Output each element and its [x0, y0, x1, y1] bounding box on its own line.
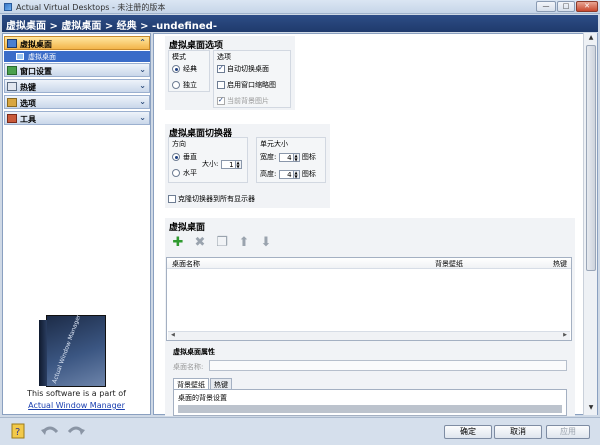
column-hotkey[interactable]: 热键	[553, 259, 567, 269]
sidebar-item-label: 工具	[20, 115, 36, 124]
product-box-label: Actual Window Manager	[51, 313, 83, 385]
chevron-up-icon: ⌃	[139, 38, 146, 47]
size-field: 大小: 1 ▲ ▼	[202, 159, 242, 169]
close-button[interactable]: ✕	[576, 1, 598, 12]
size-input[interactable]: 1	[220, 159, 236, 169]
breadcrumb: 虚拟桌面 > 虚拟桌面 > 经典 > -undefined-	[2, 15, 598, 32]
bottom-bar: ? 确定 取消 应用	[0, 417, 600, 445]
chevron-down-icon: ⌄	[139, 65, 146, 74]
chevron-down-icon: ⌄	[139, 97, 146, 106]
sidebar-item-label: 虚拟桌面	[20, 40, 52, 49]
direction-label: 方向	[172, 140, 186, 148]
bg-settings-label: 桌面的背景设置	[178, 394, 227, 402]
scroll-up-icon[interactable]: ▲	[586, 34, 596, 44]
options-icon	[7, 98, 17, 107]
size-stepper[interactable]: ▲ ▼	[235, 159, 242, 169]
product-box-image: Actual Window Manager	[39, 313, 106, 387]
keyboard-icon	[7, 82, 17, 91]
add-icon[interactable]: ✚	[170, 236, 186, 250]
maximize-button[interactable]: □	[557, 1, 575, 12]
desktops-list[interactable]: 桌面名称 背景壁纸 热键 ◀ ▶	[166, 257, 572, 341]
list-horizontal-scrollbar[interactable]: ◀ ▶	[168, 331, 570, 340]
window-settings-icon	[7, 66, 17, 75]
column-background[interactable]: 背景壁纸	[435, 259, 463, 269]
desktops-title: 虚拟桌面	[169, 223, 206, 233]
tab-hotkey[interactable]: 热键	[210, 378, 232, 389]
mode-label: 模式	[172, 53, 186, 61]
height-input[interactable]: 4	[278, 169, 294, 179]
sidebar-item-window-settings[interactable]: 窗口设置 ⌄	[4, 63, 150, 77]
mode-independent-radio[interactable]: 独立	[172, 80, 197, 90]
height-stepper[interactable]: ▲ ▼	[293, 169, 300, 179]
desktop-icon	[7, 39, 17, 48]
tab-background[interactable]: 背景壁纸	[173, 378, 209, 389]
chevron-down-icon: ⌄	[139, 81, 146, 90]
mode-classic-radio[interactable]: 经典	[172, 64, 197, 74]
copy-icon[interactable]: ❐	[214, 236, 230, 250]
current-bg-checkbox[interactable]: 当前背景图片	[217, 96, 269, 106]
options-group: 选项 自动切换桌面 启用窗口缩略图 当前背景图片	[213, 50, 291, 108]
tab-content: 桌面的背景设置	[173, 389, 567, 416]
scroll-left-icon[interactable]: ◀	[171, 332, 175, 338]
move-down-icon[interactable]: ⬇	[258, 236, 274, 250]
sidebar-item-label: 窗口设置	[20, 67, 52, 76]
sidebar-item-label: 热键	[20, 83, 36, 92]
vertical-radio[interactable]: 垂直	[172, 152, 197, 162]
window-titlebar: Actual Virtual Desktops - 未注册的版本 — □ ✕	[0, 0, 600, 14]
sidebar-subitem-label: 虚拟桌面	[28, 53, 56, 61]
height-field: 高度: 4 ▲ ▼ 图标	[260, 169, 316, 179]
cell-size-group: 单元大小 宽度: 4 ▲ ▼ 图标 高度: 4 ▲ ▼ 图标	[256, 137, 326, 183]
auto-switch-checkbox[interactable]: 自动切换桌面	[217, 64, 269, 74]
scroll-down-icon[interactable]: ▼	[586, 404, 596, 414]
options-section: 虚拟桌面选项 模式 经典 独立 选项 自动切换桌面 启用窗口缩略图 当前背景图片	[165, 36, 295, 110]
list-header: 桌面名称 背景壁纸 热键	[167, 258, 571, 269]
window-icon	[16, 53, 24, 60]
tools-icon	[7, 114, 17, 123]
name-label: 桌面名称:	[173, 363, 204, 371]
apply-button[interactable]: 应用	[546, 425, 590, 439]
undo-icon[interactable]	[40, 422, 60, 440]
cancel-button[interactable]: 取消	[494, 425, 542, 439]
desktop-name-input[interactable]	[209, 360, 567, 371]
width-input[interactable]: 4	[278, 152, 294, 162]
promo-link[interactable]: Actual Window Manager	[2, 401, 151, 410]
window-title: Actual Virtual Desktops - 未注册的版本	[16, 3, 166, 12]
cell-size-label: 单元大小	[260, 140, 288, 148]
sidebar-item-hotkeys[interactable]: 热键 ⌄	[4, 79, 150, 93]
width-stepper[interactable]: ▲ ▼	[293, 152, 300, 162]
opts-label: 选项	[217, 53, 231, 61]
sidebar-item-options[interactable]: 选项 ⌄	[4, 95, 150, 109]
scrollbar-thumb[interactable]	[586, 45, 596, 271]
sidebar-item-virtual-desktops[interactable]: 虚拟桌面 ⌃	[4, 36, 150, 50]
help-icon[interactable]: ?	[10, 422, 30, 440]
svg-text:?: ?	[15, 427, 20, 438]
main-vertical-scrollbar[interactable]: ▲ ▼	[583, 33, 597, 415]
minimize-button[interactable]: —	[536, 1, 556, 12]
ok-button[interactable]: 确定	[444, 425, 492, 439]
mode-group: 模式 经典 独立	[168, 50, 210, 92]
horizontal-radio[interactable]: 水平	[172, 168, 197, 178]
redo-icon[interactable]	[66, 422, 86, 440]
clone-switcher-checkbox[interactable]: 克隆切换器到所有显示器	[168, 194, 255, 204]
direction-group: 方向 垂直 水平 大小: 1 ▲ ▼	[168, 137, 248, 183]
properties-section: 虚拟桌面属性 桌面名称: 背景壁纸 热键 桌面的背景设置	[165, 344, 575, 416]
move-up-icon[interactable]: ⬆	[236, 236, 252, 250]
switcher-section: 虚拟桌面切换器 方向 垂直 水平 大小: 1 ▲ ▼ 单元大小 宽度: 4 ▲ ▼ 图标…	[165, 124, 330, 208]
promo-text: This software is a part of	[27, 389, 126, 398]
scroll-right-icon[interactable]: ▶	[563, 332, 567, 338]
column-desktop-name[interactable]: 桌面名称	[172, 259, 200, 269]
sidebar-item-tools[interactable]: 工具 ⌄	[4, 111, 150, 125]
delete-icon[interactable]: ✖	[192, 236, 208, 250]
width-field: 宽度: 4 ▲ ▼ 图标	[260, 152, 316, 162]
properties-title: 虚拟桌面属性	[173, 348, 215, 356]
bg-settings-bar	[178, 405, 562, 413]
chevron-down-icon: ⌄	[139, 113, 146, 122]
app-icon	[4, 3, 12, 11]
sidebar-subitem-virtual-desktop[interactable]: 虚拟桌面	[4, 51, 150, 62]
sidebar-item-label: 选项	[20, 99, 36, 108]
enable-thumbnail-checkbox[interactable]: 启用窗口缩略图	[217, 80, 276, 90]
